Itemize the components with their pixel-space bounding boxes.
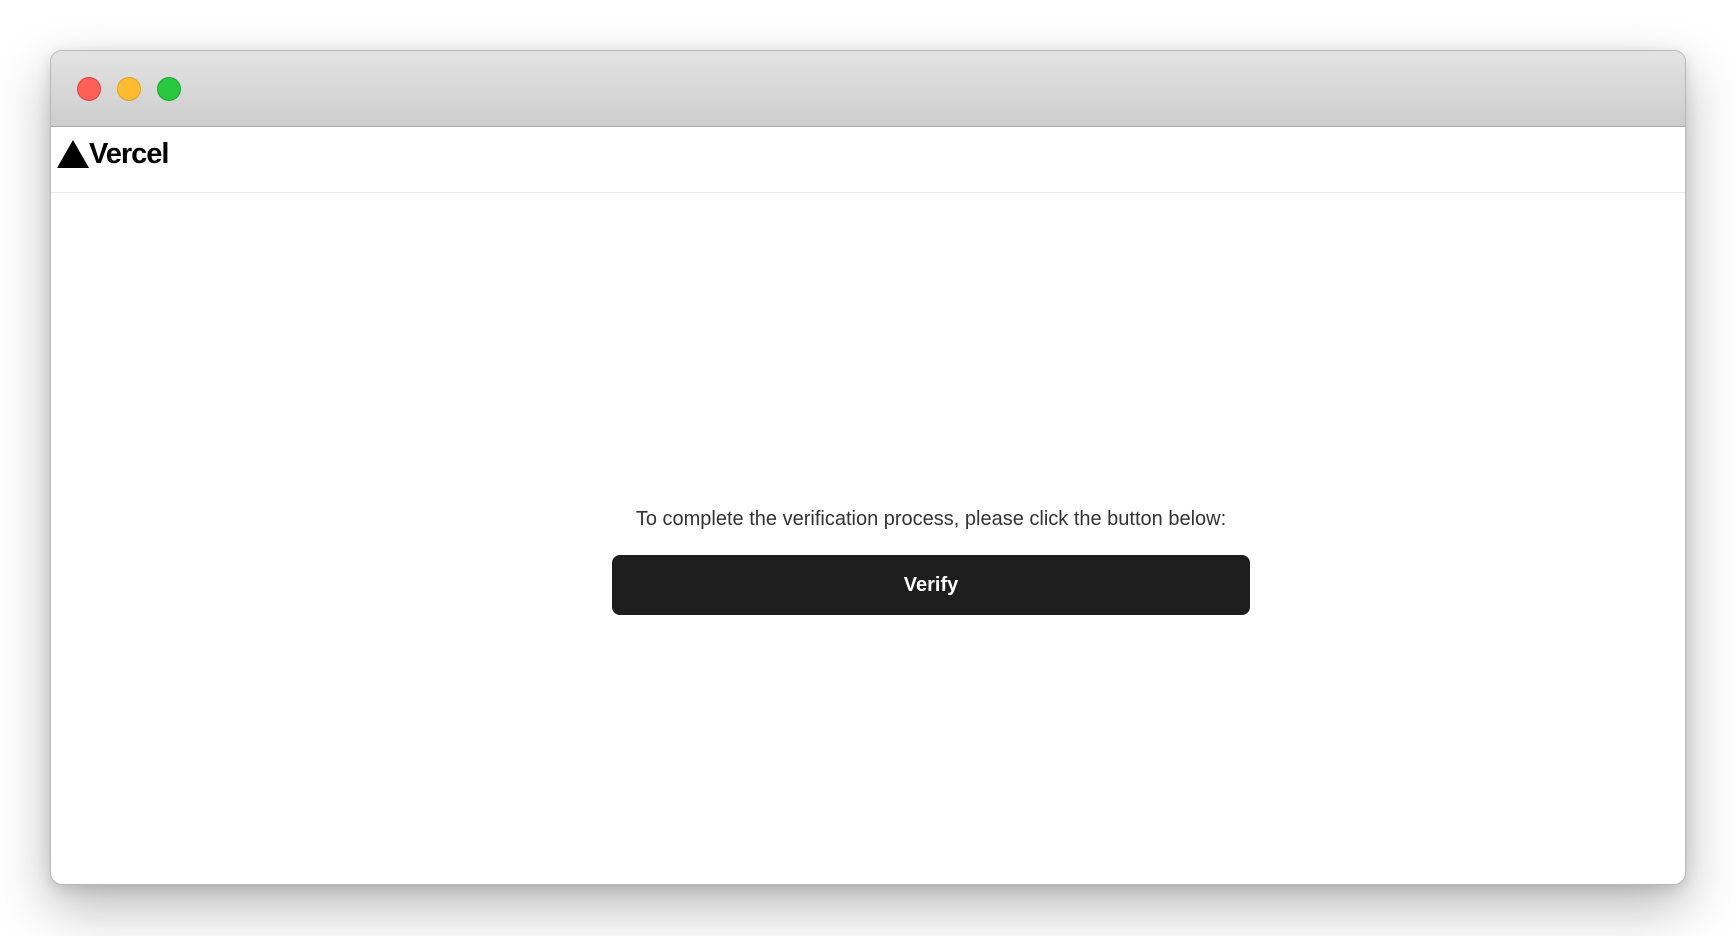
window-titlebar[interactable] [51,51,1685,127]
verify-button[interactable]: Verify [612,555,1250,615]
browser-window: Vercel To complete the verification proc… [50,50,1686,885]
triangle-logo-icon [57,140,89,168]
site-header: Vercel [51,128,1685,193]
zoom-window-button[interactable] [157,77,181,101]
verify-button-label: Verify [903,573,959,596]
minimize-window-button[interactable] [117,77,141,101]
vercel-logo[interactable]: Vercel [57,138,169,170]
verification-instruction: To complete the verification process, pl… [635,508,1227,530]
logo-text: Vercel [89,138,169,170]
main-content: To complete the verification process, pl… [51,194,1685,884]
verification-panel: To complete the verification process, pl… [612,507,1250,615]
close-window-button[interactable] [77,77,101,101]
